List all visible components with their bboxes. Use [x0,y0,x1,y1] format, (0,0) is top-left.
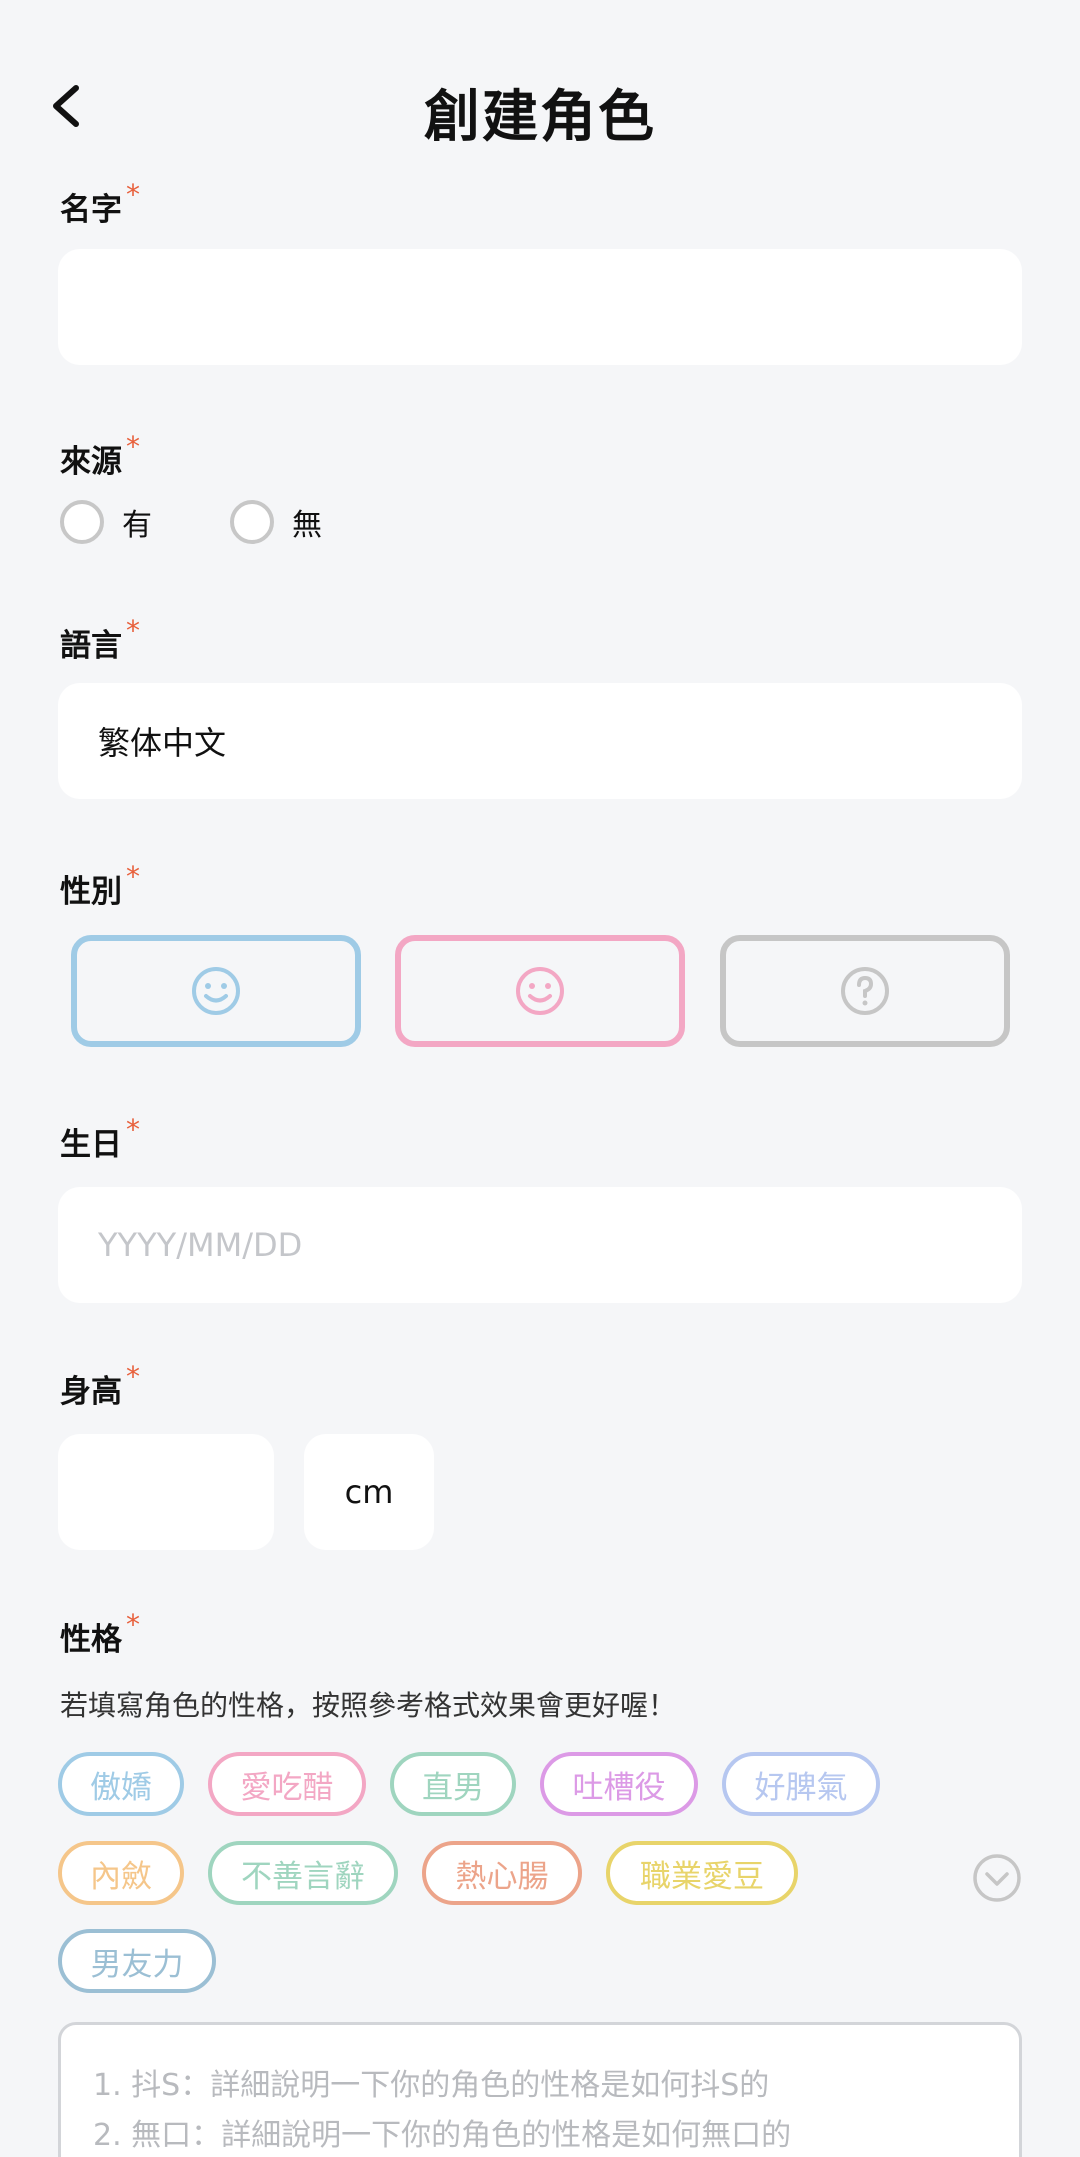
expand-tags-button[interactable] [972,1853,1022,1903]
personality-tag[interactable]: 男友力 [58,1929,216,1993]
radio-label: 有 [122,508,152,543]
required-mark: * [126,430,140,463]
language-label-text: 語言 [60,628,122,664]
source-radio-group: 有 無 [60,500,400,544]
radio-label: 無 [292,508,322,543]
source-option-yes[interactable]: 有 [60,500,152,544]
height-label-text: 身高 [60,1374,122,1410]
page-title: 創建角色 [424,85,656,150]
placeholder-line: 2. 無口：詳細說明一下你的角色的性格是如何無口的 [93,2118,792,2153]
source-label-text: 來源 [60,444,122,480]
personality-label-text: 性格 [60,1622,122,1658]
required-mark: * [126,1113,140,1146]
personality-tag[interactable]: 愛吃醋 [208,1752,366,1816]
name-label-text: 名字 [60,192,122,228]
height-unit: cm [304,1434,434,1550]
gender-label-text: 性別 [60,874,122,910]
birthday-input[interactable]: YYYY/MM/DD [58,1187,1022,1303]
personality-tag[interactable]: 熱心腸 [422,1841,582,1905]
personality-tag[interactable]: 直男 [390,1752,516,1816]
gender-label: 性別 * [60,860,140,911]
language-label: 語言 * [60,614,140,665]
personality-textarea[interactable]: 1. 抖S：詳細說明一下你的角色的性格是如何抖S的 2. 無口：詳細說明一下你的… [58,2022,1022,2157]
radio-circle[interactable] [60,500,104,544]
birthday-label-text: 生日 [60,1127,122,1163]
personality-tag[interactable]: 吐槽役 [540,1752,698,1816]
required-mark: * [126,178,140,211]
name-input[interactable] [58,249,1022,365]
language-select[interactable]: 繁体中文 [58,683,1022,799]
height-input[interactable] [58,1434,274,1550]
required-mark: * [126,1608,140,1641]
personality-tag[interactable]: 內斂 [58,1841,184,1905]
gender-female-button[interactable] [395,935,685,1047]
birthday-label: 生日 * [60,1113,140,1164]
source-label: 來源 * [60,430,140,481]
personality-tag[interactable]: 不善言辭 [208,1841,398,1905]
question-icon [841,967,889,1015]
personality-label: 性格 * [60,1608,140,1659]
height-label: 身高 * [60,1360,140,1411]
chevron-down-icon [973,1854,1021,1902]
personality-hint: 若填寫角色的性格，按照參考格式效果會更好喔！ [60,1689,677,1722]
name-label: 名字 * [60,178,140,229]
smiley-icon [192,967,240,1015]
required-mark: * [126,860,140,893]
header: 創建角色 [0,60,1080,150]
required-mark: * [126,1360,140,1393]
placeholder-line: 1. 抖S：詳細說明一下你的角色的性格是如何抖S的 [93,2068,770,2103]
required-mark: * [126,614,140,647]
smiley-icon [516,967,564,1015]
personality-tag[interactable]: 傲嬌 [58,1752,184,1816]
gender-male-button[interactable] [71,935,361,1047]
personality-tag[interactable]: 職業愛豆 [606,1841,798,1905]
radio-circle[interactable] [230,500,274,544]
personality-tag[interactable]: 好脾氣 [722,1752,880,1816]
gender-unknown-button[interactable] [720,935,1010,1047]
source-option-no[interactable]: 無 [230,500,322,544]
